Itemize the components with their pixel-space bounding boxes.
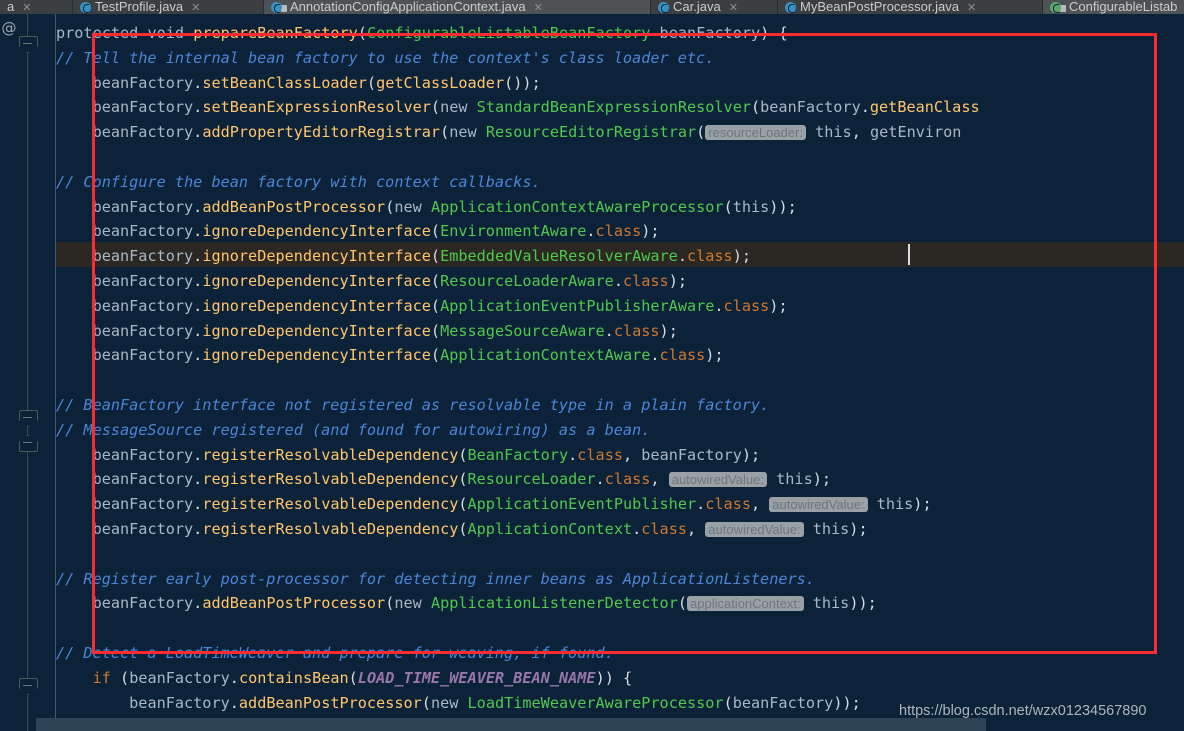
editor-tab[interactable]: MyBeanPostProcessor.java ✕ <box>778 0 1043 14</box>
editor-tab-bar[interactable]: a ✕ TestProfile.java ✕ AnnotationConfigAppli… <box>0 0 1184 14</box>
fold-down-icon[interactable] <box>19 678 38 695</box>
code-line[interactable]: beanFactory.setBeanExpressionResolver(ne… <box>56 95 980 120</box>
horizontal-scrollbar[interactable] <box>36 718 986 731</box>
parameter-hint: autowiredValue: <box>705 522 804 537</box>
code-line[interactable]: // Detect a LoadTimeWeaver and prepare f… <box>56 641 614 666</box>
fold-down-icon[interactable] <box>19 36 38 53</box>
code-content[interactable]: protected void prepareBeanFactory(Config… <box>56 14 1184 731</box>
watermark-text: https://blog.csdn.net/wzx01234567890 <box>899 703 1147 719</box>
close-icon[interactable]: ✕ <box>534 1 543 14</box>
editor-tab-label: TestProfile.java <box>95 0 184 14</box>
editor-tab[interactable]: a ✕ <box>0 0 73 14</box>
code-line[interactable]: beanFactory.registerResolvableDependency… <box>56 467 831 492</box>
annotation-marker-icon: @ <box>1 19 17 37</box>
code-line[interactable]: // MessageSource registered (and found f… <box>56 418 650 443</box>
code-line[interactable]: // Configure the bean factory with conte… <box>56 170 541 195</box>
code-line[interactable]: beanFactory.registerResolvableDependency… <box>56 443 761 468</box>
parameter-hint: applicationContext: <box>687 596 804 612</box>
editor-tab-label: MyBeanPostProcessor.java <box>800 0 959 14</box>
code-line[interactable]: beanFactory.addPropertyEditorRegistrar(n… <box>56 120 962 145</box>
parameter-hint: resourceLoader: <box>705 125 806 141</box>
editor-tab[interactable]: ConfigurableListab <box>1043 0 1184 14</box>
code-line[interactable]: beanFactory.registerResolvableDependency… <box>56 492 932 517</box>
editor-tab[interactable]: Car.java ✕ <box>651 0 778 14</box>
code-line[interactable]: beanFactory.ignoreDependencyInterface(En… <box>56 219 660 244</box>
close-icon[interactable]: ✕ <box>22 1 31 14</box>
editor-tab-label: Car.java <box>673 0 721 14</box>
code-editor[interactable]: @ protected void prepareBeanFactory(Conf… <box>0 14 1184 731</box>
editor-tab-label: ConfigurableListab <box>1069 0 1178 14</box>
java-class-icon <box>271 2 282 13</box>
java-class-icon <box>80 2 91 13</box>
editor-tab-label: a <box>7 0 15 14</box>
parameter-hint: autowiredValue: <box>769 497 868 513</box>
fold-up-icon[interactable] <box>19 435 38 452</box>
java-class-icon <box>658 2 669 13</box>
close-icon[interactable]: ✕ <box>191 1 200 14</box>
code-line[interactable]: beanFactory.ignoreDependencyInterface(Ap… <box>56 343 724 368</box>
fold-guide-line <box>27 14 28 731</box>
close-icon[interactable]: ✕ <box>967 1 976 14</box>
close-icon[interactable]: ✕ <box>729 1 738 14</box>
code-line[interactable]: beanFactory.ignoreDependencyInterface(Re… <box>56 269 687 294</box>
editor-gutter[interactable]: @ <box>0 14 56 731</box>
code-line[interactable]: // BeanFactory interface not registered … <box>56 393 769 418</box>
editor-tab[interactable]: AnnotationConfigApplicationContext.java ✕ <box>264 0 651 14</box>
code-line[interactable]: beanFactory.addBeanPostProcessor(new App… <box>56 195 797 220</box>
code-line[interactable]: beanFactory.ignoreDependencyInterface(Ap… <box>56 294 788 319</box>
text-caret <box>908 244 910 265</box>
code-line[interactable]: if (beanFactory.containsBean(LOAD_TIME_W… <box>56 666 633 691</box>
java-interface-icon <box>1050 2 1061 13</box>
fold-down-icon[interactable] <box>19 410 38 427</box>
code-line[interactable]: beanFactory.addBeanPostProcessor(new App… <box>56 591 877 616</box>
editor-tab[interactable]: TestProfile.java ✕ <box>73 0 264 14</box>
code-line[interactable]: beanFactory.ignoreDependencyInterface(Me… <box>56 319 678 344</box>
code-line[interactable]: beanFactory.registerResolvableDependency… <box>56 517 868 542</box>
code-line[interactable]: protected void prepareBeanFactory(Config… <box>56 21 788 46</box>
java-class-icon <box>785 2 796 13</box>
code-line[interactable]: beanFactory.addBeanPostProcessor(new Loa… <box>56 691 861 716</box>
code-line[interactable]: beanFactory.ignoreDependencyInterface(Em… <box>56 244 751 269</box>
parameter-hint: autowiredValue: <box>668 472 767 488</box>
code-line[interactable]: // Register early post-processor for det… <box>56 567 815 592</box>
editor-tab-label: AnnotationConfigApplicationContext.java <box>290 0 526 14</box>
code-line[interactable]: beanFactory.setBeanClassLoader(getClassL… <box>56 71 541 96</box>
code-line[interactable]: // Tell the internal bean factory to use… <box>56 46 714 71</box>
